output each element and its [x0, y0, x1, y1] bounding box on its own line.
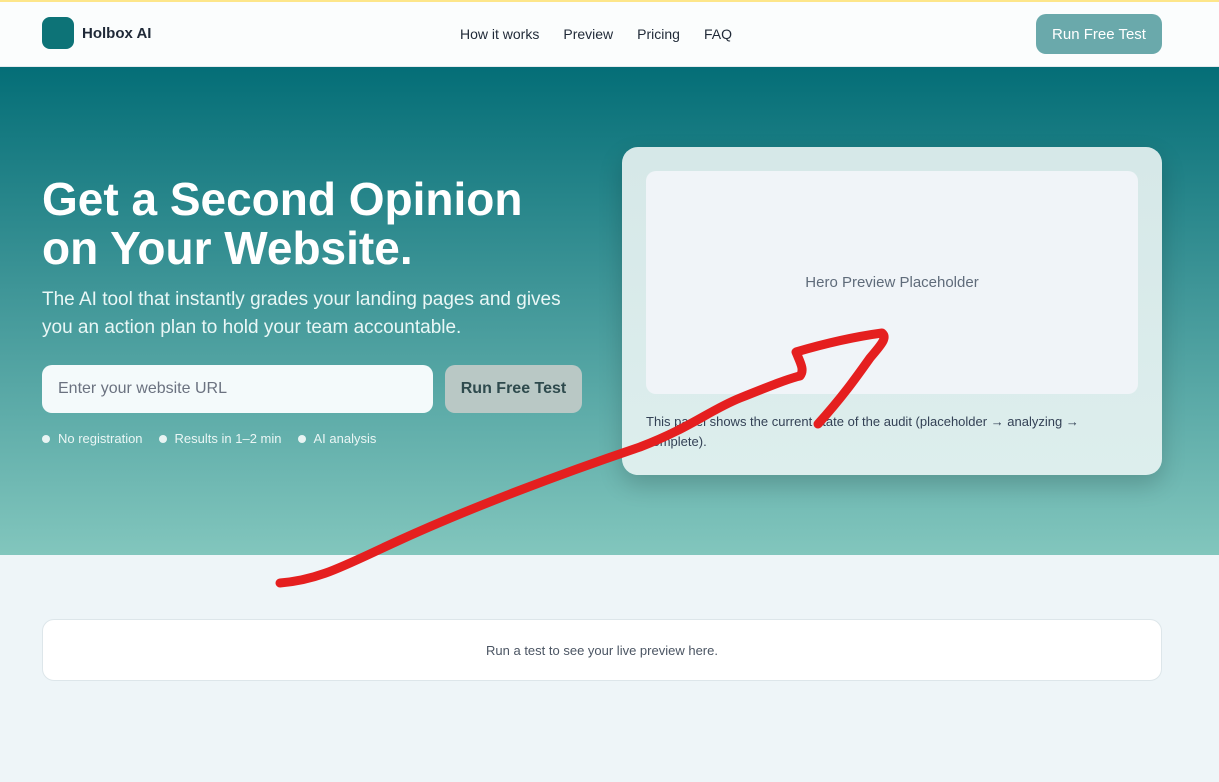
hero-preview-placeholder: Hero Preview Placeholder — [646, 171, 1138, 394]
feature-item: AI analysis — [297, 431, 377, 446]
nav-how-it-works[interactable]: How it works — [460, 26, 539, 42]
hero-section: Get a Second Opinion on Your Website. Th… — [0, 67, 1219, 555]
feature-list: No registration Results in 1–2 min AI an… — [42, 431, 376, 446]
hero-title: Get a Second Opinion on Your Website. — [42, 173, 523, 274]
live-preview-box: Run a test to see your live preview here… — [42, 619, 1162, 681]
logo-icon[interactable] — [42, 17, 74, 49]
feature-label: AI analysis — [313, 431, 377, 446]
site-header: Holbox AI How it works Preview Pricing F… — [0, 2, 1219, 67]
bullet-dot-icon — [158, 434, 167, 443]
preview-placeholder-label: Hero Preview Placeholder — [805, 274, 979, 291]
nav-pricing[interactable]: Pricing — [637, 26, 680, 42]
feature-label: No registration — [58, 431, 143, 446]
live-preview-message: Run a test to see your live preview here… — [486, 642, 718, 658]
feature-item: No registration — [42, 431, 143, 446]
hero-subtitle: The AI tool that instantly grades your l… — [42, 289, 561, 338]
hero-run-free-test-button[interactable]: Run Free Test — [445, 365, 582, 413]
feature-label: Results in 1–2 min — [174, 431, 282, 446]
website-url-input[interactable] — [42, 365, 433, 413]
feature-item: Results in 1–2 min — [158, 431, 282, 446]
header-run-free-test-button[interactable]: Run Free Test — [1036, 14, 1162, 54]
nav-faq[interactable]: FAQ — [704, 26, 732, 42]
preview-status-note: This panel shows the current state of th… — [646, 414, 1079, 449]
hero-preview-card: Hero Preview Placeholder This panel show… — [622, 147, 1162, 475]
nav-preview[interactable]: Preview — [563, 26, 613, 42]
bullet-dot-icon — [42, 434, 50, 443]
main-nav: How it works Preview Pricing FAQ — [460, 26, 732, 42]
brand-name[interactable]: Holbox AI — [82, 25, 151, 42]
bullet-dot-icon — [297, 434, 306, 443]
